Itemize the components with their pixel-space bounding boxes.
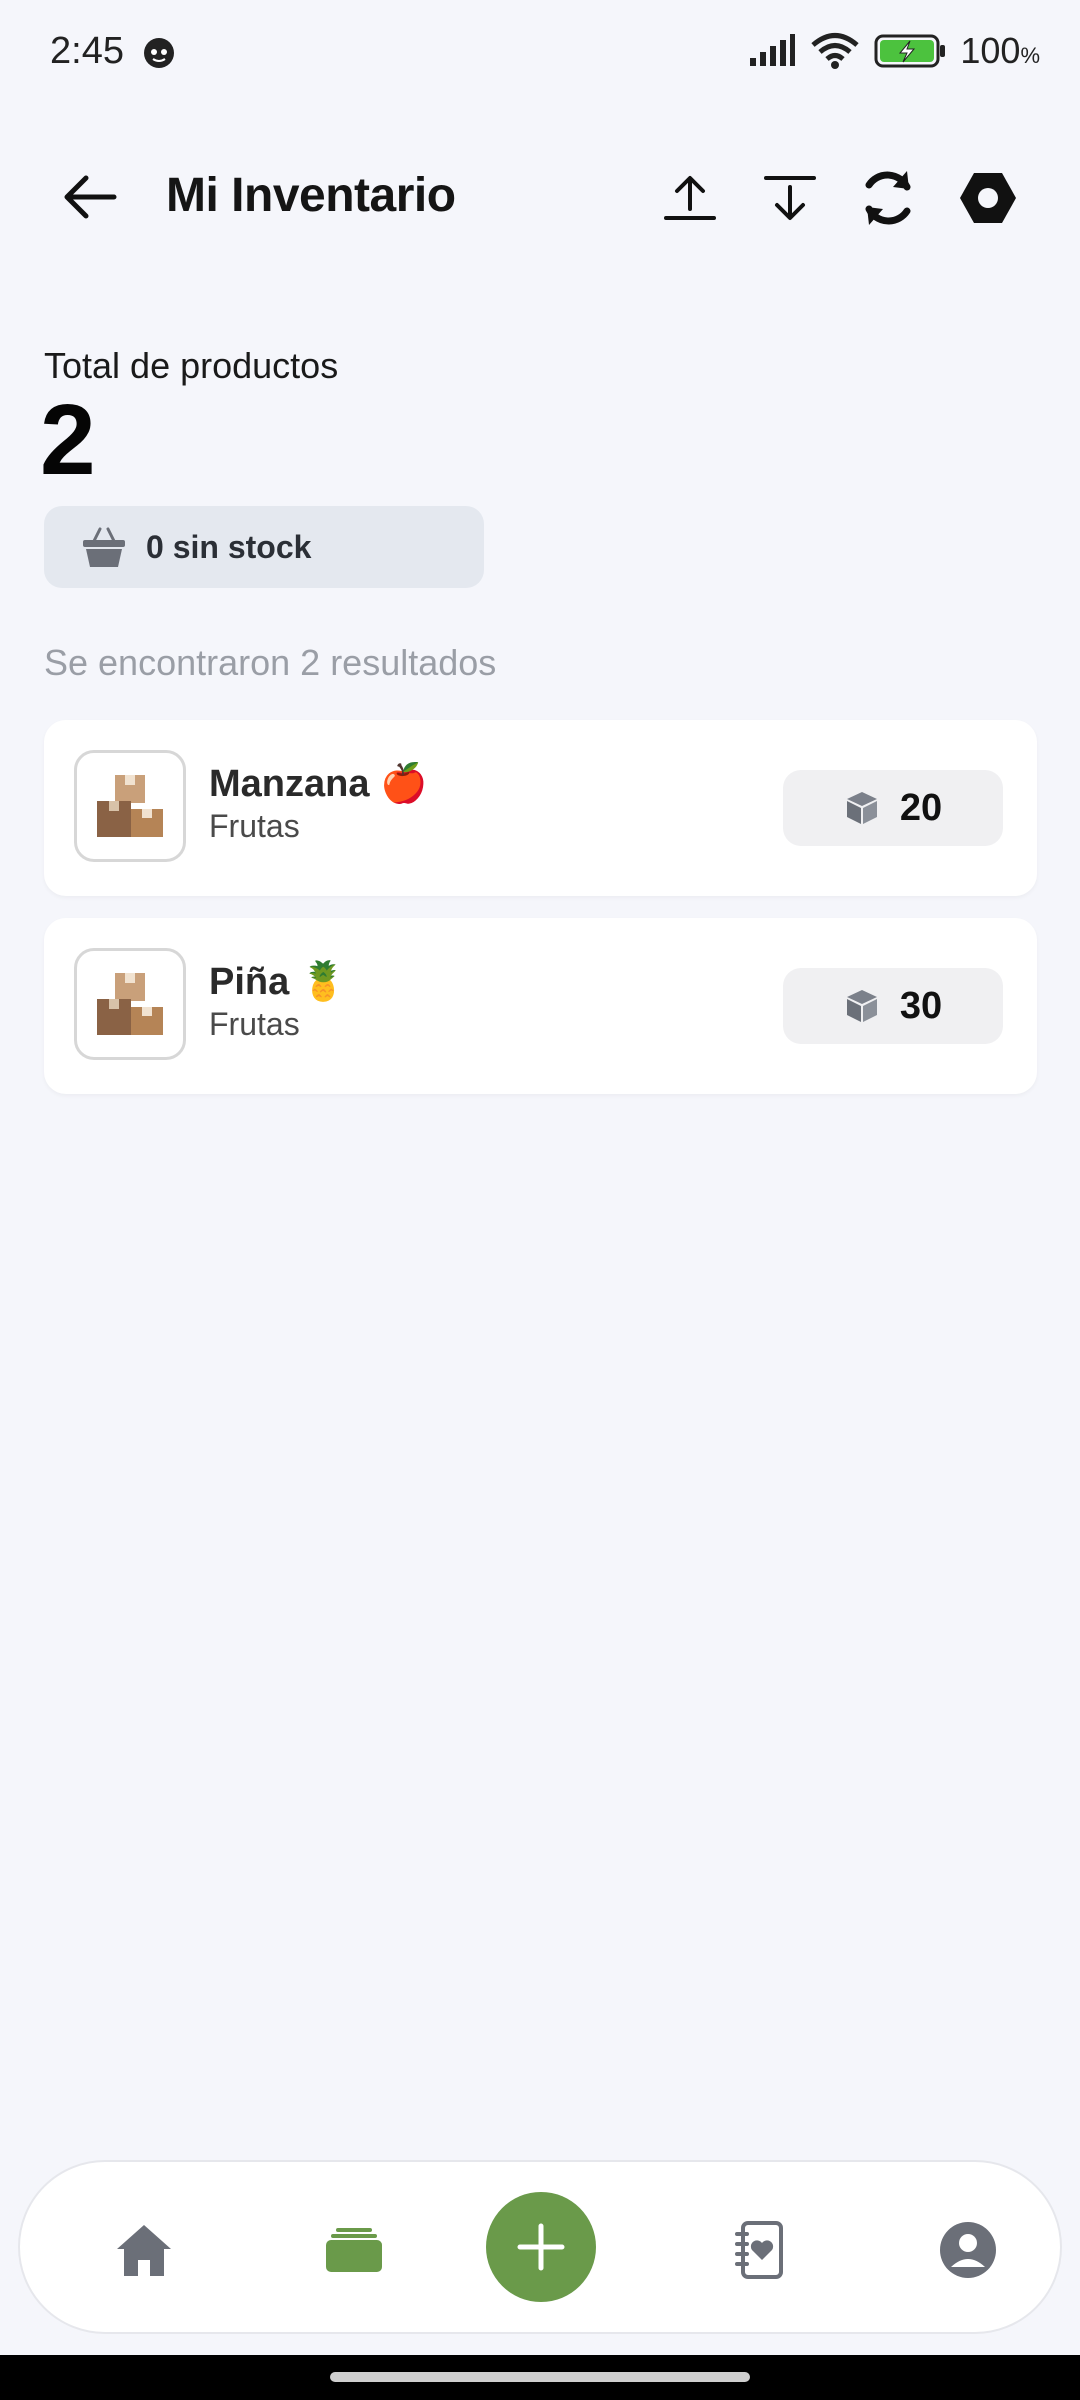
sync-button[interactable] bbox=[852, 162, 924, 234]
product-quantity: 30 bbox=[899, 984, 943, 1027]
boxes-icon bbox=[97, 775, 163, 837]
product-name: Manzana 🍎 bbox=[209, 763, 428, 805]
inventory-icon bbox=[326, 2228, 382, 2272]
page-title: Mi Inventario bbox=[166, 169, 456, 222]
product-name: Piña 🍍 bbox=[209, 961, 348, 1003]
upload-button[interactable] bbox=[654, 162, 726, 234]
home-icon bbox=[117, 2225, 171, 2276]
product-thumbnail bbox=[74, 948, 186, 1060]
product-thumbnail bbox=[74, 750, 186, 862]
out-of-stock-label: 0 sin stock bbox=[146, 528, 312, 565]
add-product-button[interactable] bbox=[486, 2192, 596, 2302]
wifi-icon bbox=[811, 33, 859, 69]
box-icon bbox=[846, 792, 877, 824]
product-quantity-badge: 30 bbox=[783, 968, 1003, 1044]
product-card[interactable]: Piña 🍍 Frutas 30 bbox=[44, 918, 1037, 1094]
box-icon bbox=[846, 990, 877, 1022]
product-quantity: 20 bbox=[899, 786, 943, 829]
download-icon bbox=[764, 176, 816, 220]
signal-icon bbox=[750, 34, 796, 66]
back-arrow-icon bbox=[64, 175, 117, 219]
total-products-label: Total de productos bbox=[44, 345, 339, 386]
nav-inventory[interactable] bbox=[314, 2210, 394, 2290]
sync-icon bbox=[865, 171, 911, 225]
profile-icon bbox=[940, 2222, 996, 2278]
back-button[interactable] bbox=[55, 162, 125, 232]
basket-icon bbox=[83, 527, 125, 567]
product-category: Frutas bbox=[209, 1006, 300, 1042]
product-quantity-badge: 20 bbox=[783, 770, 1003, 846]
battery-unit: % bbox=[1020, 43, 1040, 68]
nav-profile[interactable] bbox=[928, 2210, 1008, 2290]
notification-face-icon bbox=[144, 38, 174, 68]
results-count-text: Se encontraron 2 resultados bbox=[44, 642, 497, 683]
status-bar: 2:45 100% bbox=[0, 0, 1080, 110]
upload-icon bbox=[664, 176, 716, 220]
settings-hex-icon bbox=[960, 173, 1016, 223]
battery-percent: 100% bbox=[960, 30, 1040, 72]
contacts-icon bbox=[735, 2221, 783, 2279]
battery-value: 100 bbox=[960, 30, 1021, 71]
nav-home[interactable] bbox=[104, 2210, 184, 2290]
bottom-navigation bbox=[18, 2160, 1062, 2334]
gesture-handle[interactable] bbox=[330, 2372, 750, 2382]
status-indicators: 100% bbox=[748, 30, 1040, 72]
total-products-value: 2 bbox=[40, 384, 96, 496]
settings-button[interactable] bbox=[952, 162, 1024, 234]
nav-contacts[interactable] bbox=[720, 2210, 800, 2290]
add-icon bbox=[517, 2223, 565, 2271]
download-button[interactable] bbox=[754, 162, 826, 234]
out-of-stock-chip[interactable]: 0 sin stock bbox=[44, 506, 484, 588]
boxes-icon bbox=[97, 973, 163, 1035]
product-card[interactable]: Manzana 🍎 Frutas 20 bbox=[44, 720, 1037, 896]
battery-icon bbox=[874, 34, 946, 68]
status-time: 2:45 bbox=[50, 30, 124, 72]
product-category: Frutas bbox=[209, 808, 300, 844]
